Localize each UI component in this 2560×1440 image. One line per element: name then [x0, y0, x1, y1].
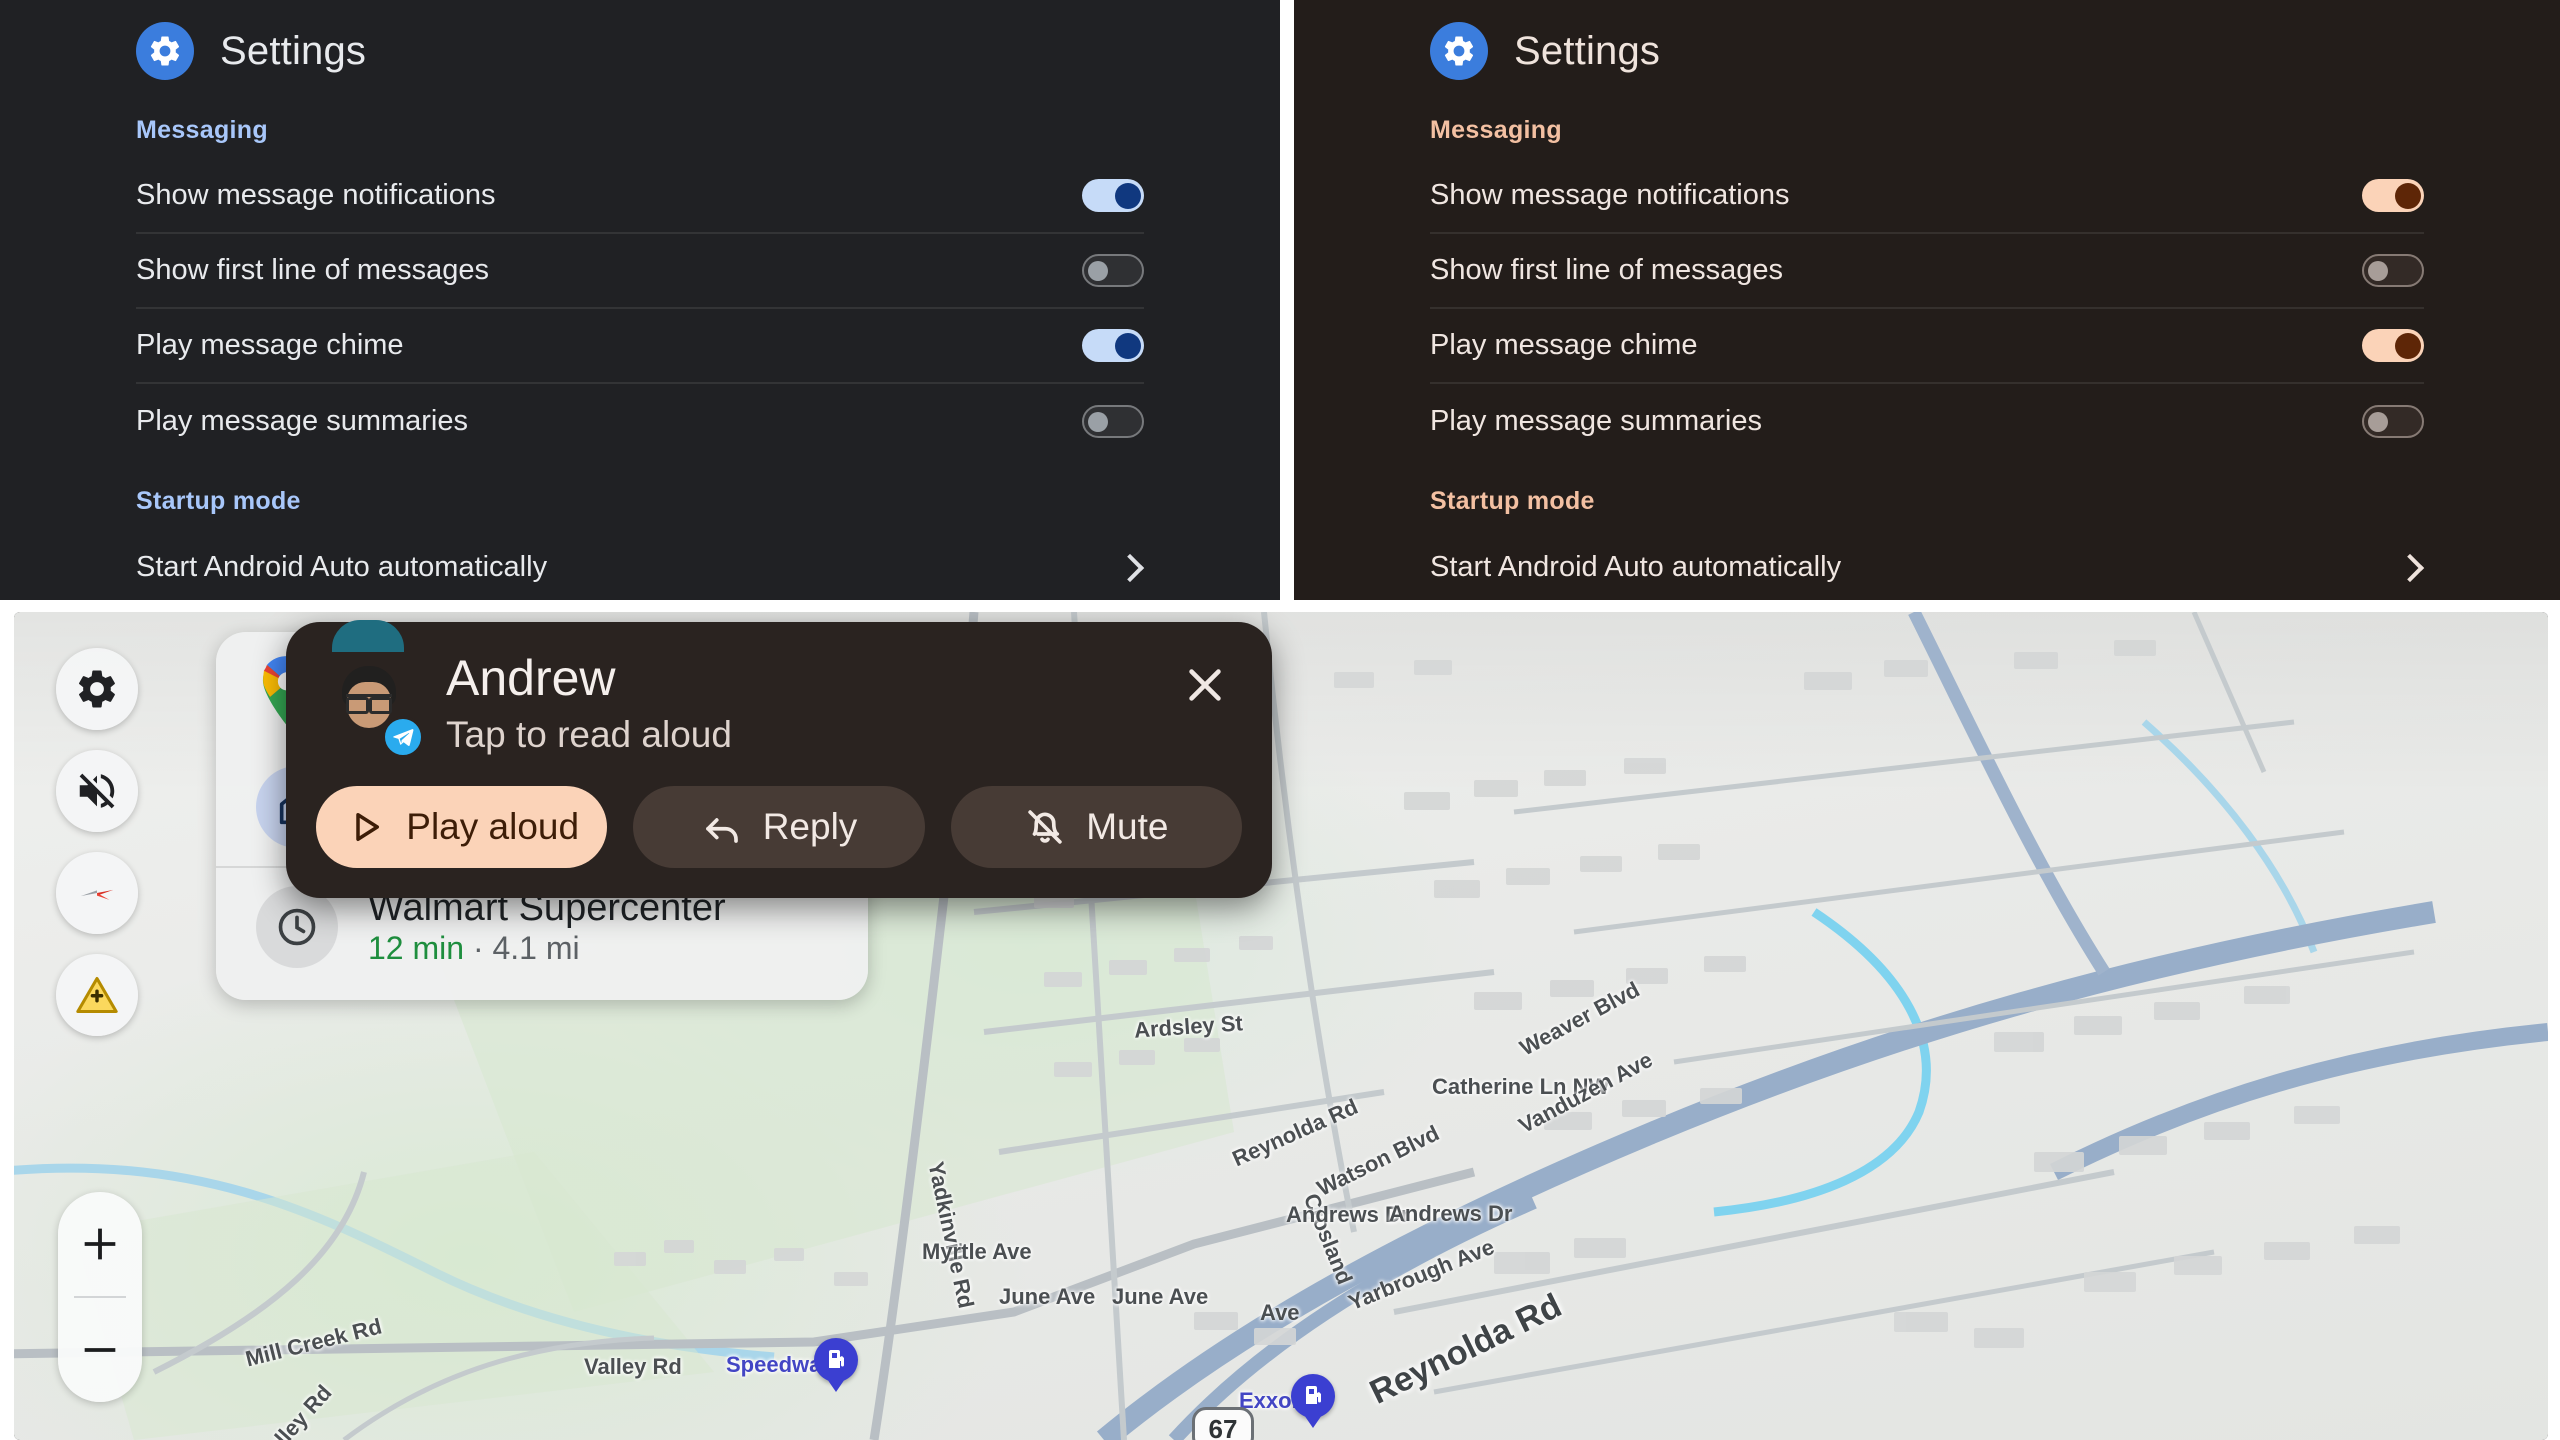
- suggestion-detail: 12 min · 4.1 mi: [368, 929, 580, 966]
- settings-item-play-message-chime[interactable]: Play message chime: [136, 309, 1144, 384]
- settings-list-messaging: Show message notifications Show first li…: [118, 159, 1162, 459]
- settings-item-label: Start Android Auto automatically: [1430, 551, 1842, 583]
- settings-item-play-message-chime[interactable]: Play message chime: [1430, 309, 2424, 384]
- map-panel: Valley Rd Valley Rd Mill Creek Rd Rd Spe…: [14, 612, 2548, 1440]
- clock-icon: [256, 886, 338, 968]
- notification-actions: Play aloud Reply Mute: [316, 786, 1242, 868]
- zoom-in-icon[interactable]: [58, 1192, 142, 1296]
- settings-item-show-message-notifications[interactable]: Show message notifications: [1430, 159, 2424, 234]
- panel-title: Settings: [1514, 28, 1661, 73]
- map-label: June Ave: [1112, 1284, 1209, 1309]
- settings-item-label: Play message chime: [1430, 329, 1698, 361]
- mute-button[interactable]: Mute: [950, 786, 1242, 868]
- message-notification-card[interactable]: Andrew Tap to read aloud Play aloud Repl…: [286, 620, 1272, 898]
- settings-item-label: Play message summaries: [1430, 405, 1762, 437]
- screenshot-root: Settings Messaging Show message notifica…: [0, 0, 2560, 1440]
- settings-item-label: Show first line of messages: [1430, 254, 1783, 286]
- close-icon[interactable]: [1174, 654, 1236, 716]
- notification-subtitle: Tap to read aloud: [446, 714, 732, 755]
- settings-item-start-android-auto[interactable]: Start Android Auto automatically: [1430, 530, 2425, 600]
- map-control-rail: [56, 648, 138, 1036]
- settings-list-startup: Start Android Auto automatically: [118, 530, 1162, 600]
- toggle-show-first-line[interactable]: [1082, 254, 1144, 287]
- chevron-right-icon: [2395, 553, 2425, 582]
- chevron-right-icon: [1115, 553, 1145, 582]
- settings-item-label: Show first line of messages: [136, 254, 489, 286]
- map-label: Valley Rd: [584, 1354, 682, 1379]
- settings-list-startup: Start Android Auto automatically: [1412, 530, 2442, 600]
- toggle-show-first-line[interactable]: [2362, 254, 2424, 287]
- toggle-play-message-chime[interactable]: [2362, 329, 2424, 362]
- section-label-startup-mode: Startup mode: [136, 487, 301, 515]
- gas-station-pin[interactable]: [814, 1338, 858, 1392]
- play-aloud-button[interactable]: Play aloud: [316, 786, 608, 868]
- reply-icon: [705, 818, 738, 843]
- map-label: Myrtle Ave: [922, 1239, 1032, 1264]
- settings-item-start-android-auto[interactable]: Start Android Auto automatically: [136, 530, 1145, 600]
- section-label-startup-mode: Startup mode: [1430, 487, 1595, 515]
- map-label: June Ave: [999, 1284, 1096, 1309]
- map-zoom-controls: [58, 1192, 142, 1402]
- play-icon: [356, 813, 380, 841]
- notification-header: Andrew Tap to read aloud: [316, 620, 1242, 758]
- settings-panels-row: Settings Messaging Show message notifica…: [0, 0, 2560, 600]
- map-label: Ave: [1260, 1300, 1300, 1325]
- section-label-messaging: Messaging: [136, 116, 268, 144]
- settings-list-messaging: Show message notifications Show first li…: [1412, 159, 2442, 459]
- settings-item-show-message-notifications[interactable]: Show message notifications: [136, 159, 1144, 234]
- volume-off-icon[interactable]: [56, 750, 138, 832]
- notification-sender: Andrew: [446, 650, 616, 706]
- reply-button[interactable]: Reply: [633, 786, 925, 868]
- settings-icon[interactable]: [56, 648, 138, 730]
- toggle-play-message-summaries[interactable]: [1082, 405, 1144, 438]
- notification-text: Andrew Tap to read aloud: [446, 648, 1148, 756]
- toggle-show-message-notifications[interactable]: [2362, 179, 2424, 212]
- settings-item-show-first-line[interactable]: Show first line of messages: [1430, 234, 2424, 309]
- settings-item-show-first-line[interactable]: Show first line of messages: [136, 234, 1144, 309]
- toggle-show-message-notifications[interactable]: [1082, 179, 1144, 212]
- route-shield: 67: [1192, 1407, 1254, 1440]
- gear-icon: [1430, 22, 1488, 80]
- compass-icon[interactable]: [56, 852, 138, 934]
- gear-icon: [136, 22, 194, 80]
- settings-panel-blue: Settings Messaging Show message notifica…: [0, 0, 1280, 600]
- settings-item-label: Start Android Auto automatically: [136, 551, 548, 583]
- reply-label: Reply: [762, 806, 858, 847]
- mute-label: Mute: [1086, 806, 1169, 847]
- panel-title: Settings: [220, 28, 367, 73]
- play-aloud-label: Play aloud: [406, 806, 580, 847]
- map-label: Andrews Dr: [1389, 1201, 1513, 1226]
- suggestion-text: Walmart Supercenter 12 min · 4.1 mi: [368, 887, 838, 967]
- panel-header: Settings: [118, 0, 1162, 80]
- settings-panel-peach: Settings Messaging Show message notifica…: [1294, 0, 2560, 600]
- section-label-messaging: Messaging: [1430, 116, 1562, 144]
- zoom-out-icon[interactable]: [58, 1298, 142, 1402]
- settings-item-play-message-summaries[interactable]: Play message summaries: [136, 384, 1144, 459]
- settings-item-label: Play message summaries: [136, 405, 468, 437]
- avatar: [316, 620, 424, 758]
- settings-item-label: Show message notifications: [136, 179, 496, 211]
- report-incident-icon[interactable]: [56, 954, 138, 1036]
- settings-item-play-message-summaries[interactable]: Play message summaries: [1430, 384, 2424, 459]
- settings-item-label: Play message chime: [136, 329, 404, 361]
- toggle-play-message-summaries[interactable]: [2362, 405, 2424, 438]
- bell-off-icon: [1028, 810, 1062, 844]
- settings-item-label: Show message notifications: [1430, 179, 1790, 211]
- gas-station-pin[interactable]: [1291, 1374, 1335, 1428]
- panel-header: Settings: [1412, 0, 2442, 80]
- toggle-play-message-chime[interactable]: [1082, 329, 1144, 362]
- telegram-icon: [382, 716, 424, 758]
